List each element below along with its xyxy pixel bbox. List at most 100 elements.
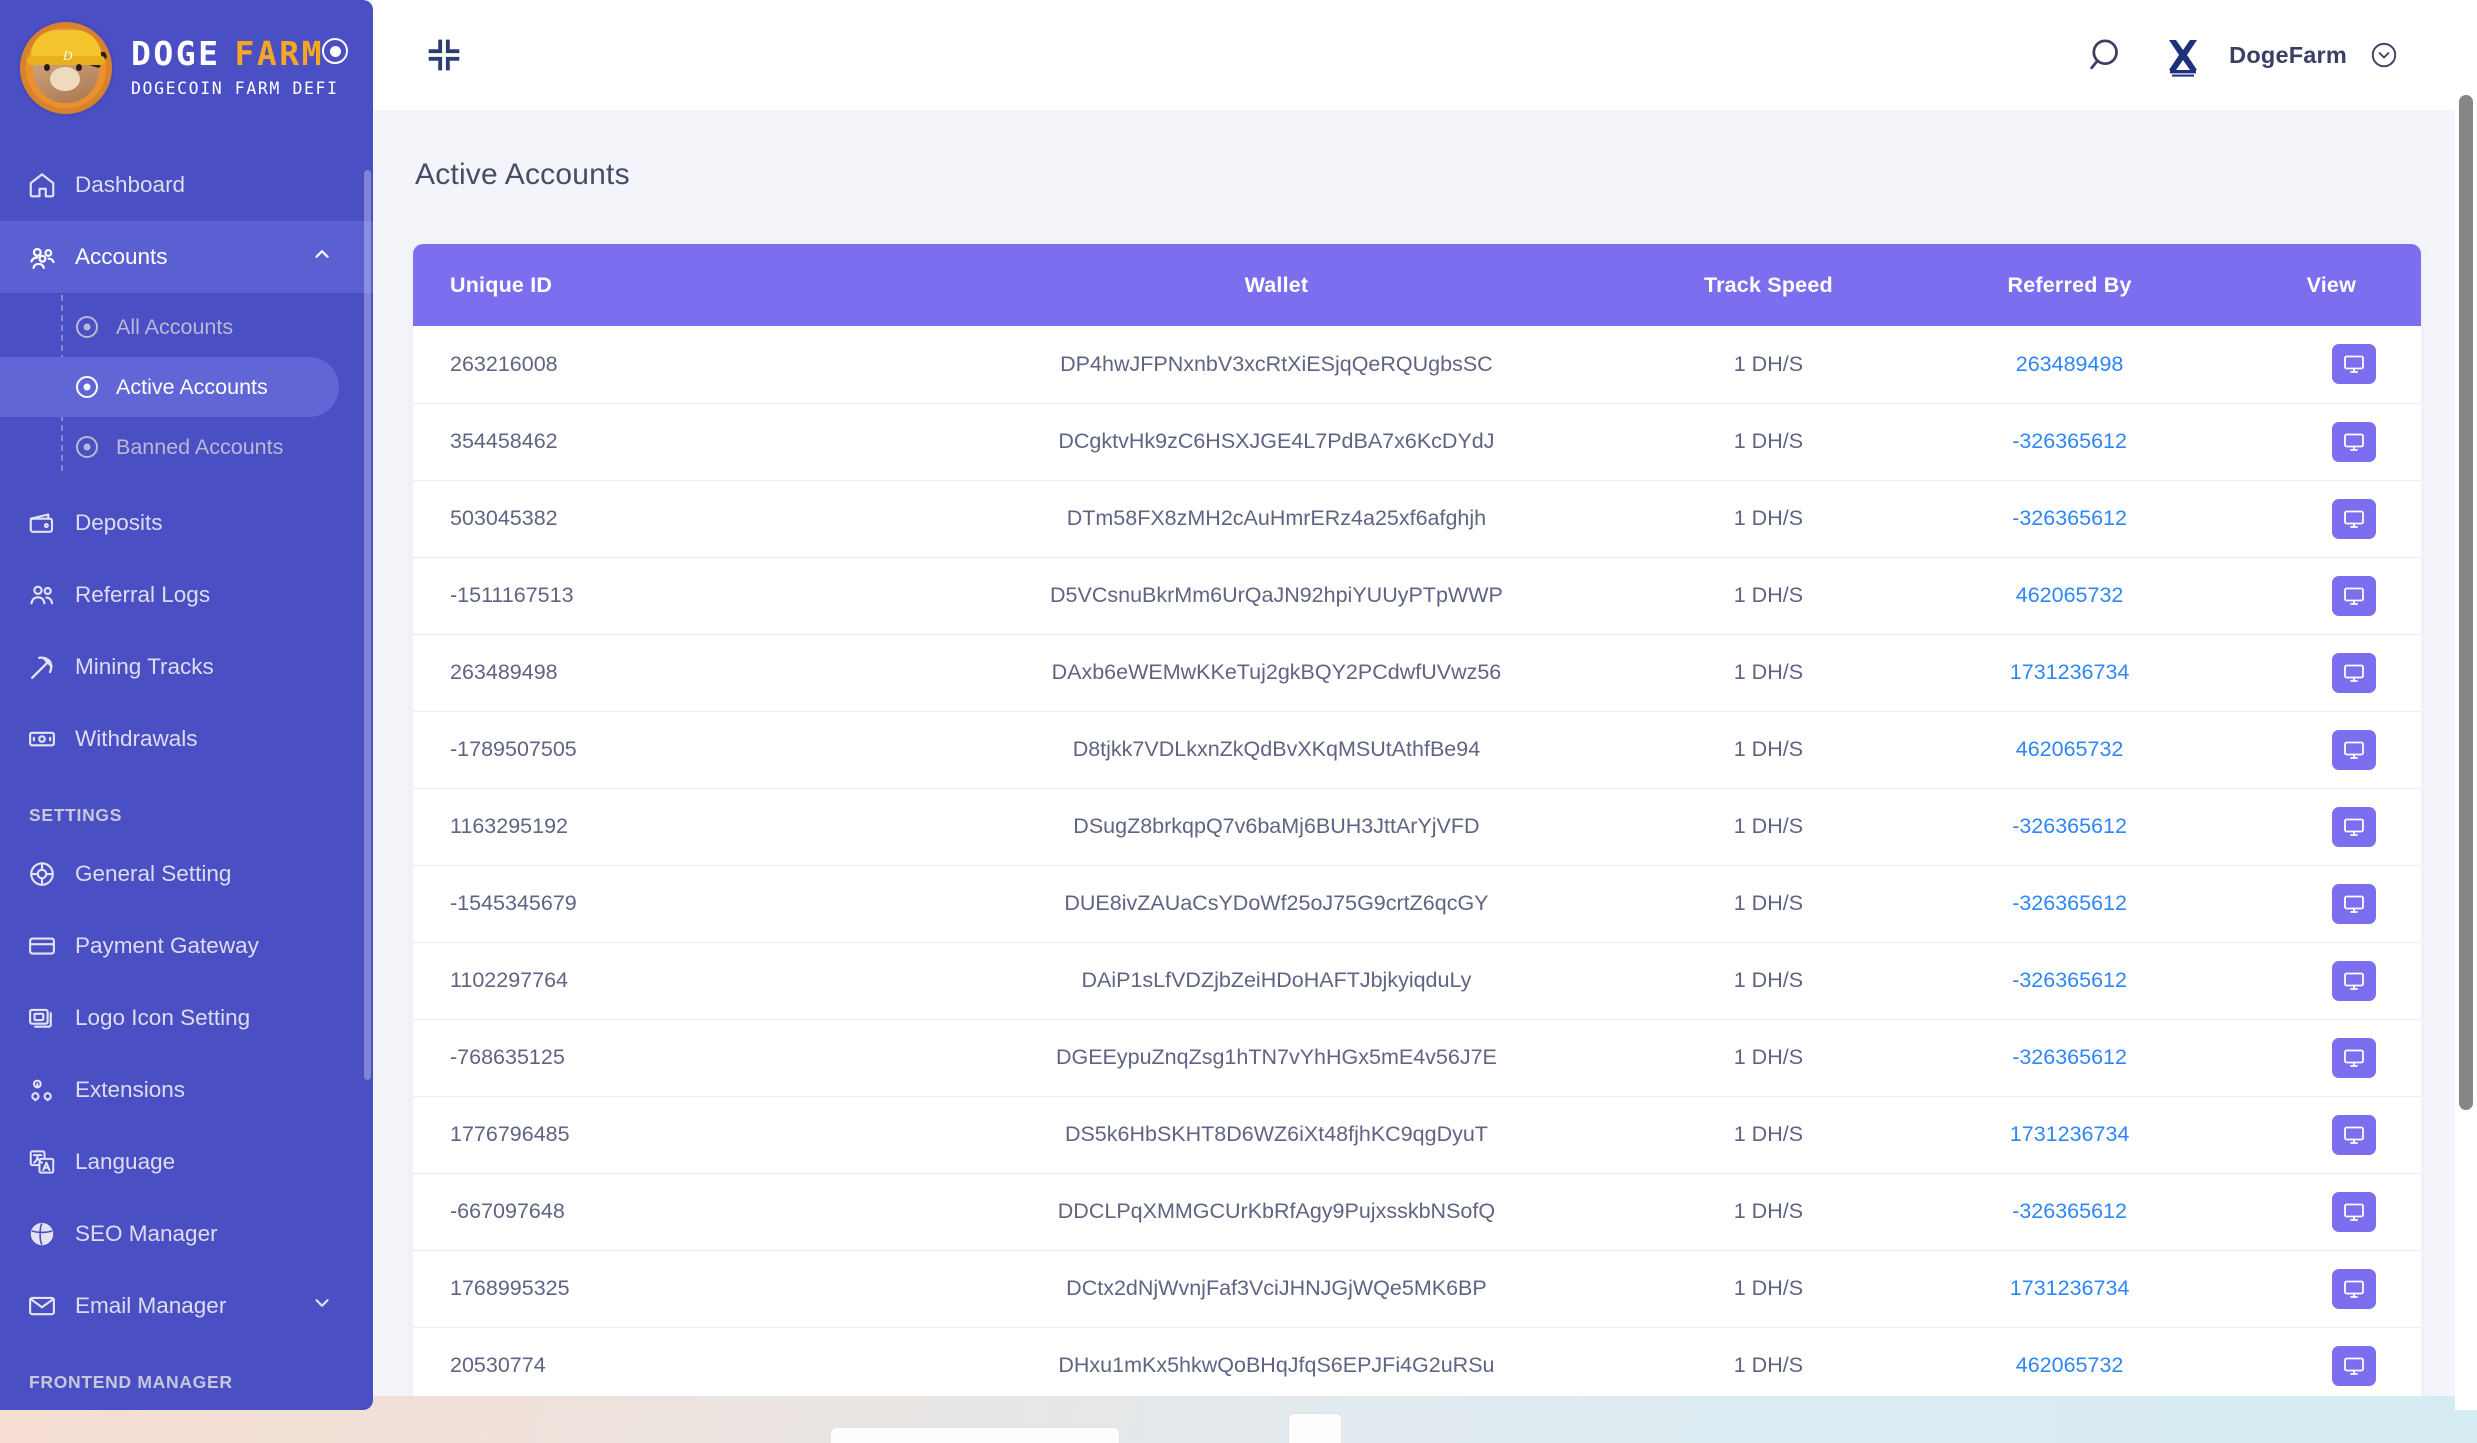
view-button[interactable] — [2332, 1191, 2376, 1232]
sidebar-subitem-label: Banned Accounts — [116, 434, 284, 459]
referred-by-link[interactable]: 1731236734 — [2010, 660, 2130, 684]
radio-dot-icon — [76, 436, 98, 458]
view-button[interactable] — [2332, 729, 2376, 770]
sidebar-pin-toggle-icon[interactable] — [322, 38, 348, 64]
sidebar-item-withdrawals[interactable]: Withdrawals — [0, 703, 373, 775]
sidebar-item-referral-logs[interactable]: Referral Logs — [0, 559, 373, 631]
view-button[interactable] — [2332, 1037, 2376, 1078]
view-button[interactable] — [2332, 883, 2376, 924]
column-header-track-speed[interactable]: Track Speed — [1617, 244, 1919, 326]
brand-title-word2: FARM — [234, 34, 324, 73]
sidebar-item-deposits[interactable]: Deposits — [0, 487, 373, 559]
sidebar-nav: Dashboard Accounts All Accounts Active A… — [0, 135, 373, 1405]
cell-referred-by: 462065732 — [1918, 1327, 2221, 1405]
table-row: 1163295192 DSugZ8brkqpQ7v6baMj6BUH3JttArY… — [413, 788, 2421, 866]
sidebar-item-seo-manager[interactable]: SEO Manager — [0, 1198, 373, 1270]
wallet-icon — [27, 508, 71, 538]
table-row: 503045382 DTm58FX8zMH2cAuHmrERz4a25xf6afg… — [413, 480, 2421, 558]
view-button[interactable] — [2332, 652, 2376, 693]
referred-by-link[interactable]: -326365612 — [2012, 968, 2127, 992]
user-brand-logo — [2159, 31, 2208, 79]
scrollbar-thumb[interactable] — [2459, 95, 2473, 1110]
referred-by-link[interactable]: -326365612 — [2012, 429, 2127, 453]
cell-view — [2220, 1096, 2421, 1174]
referred-by-link[interactable]: 1731236734 — [2010, 1122, 2130, 1146]
cell-track-speed: 1 DH/S — [1617, 1327, 1919, 1405]
referred-by-link[interactable]: -326365612 — [2012, 891, 2127, 915]
chevron-up-icon — [311, 243, 333, 271]
table-row: 354458462 DCgktvHk9zC6HSXJGE4L7PdBA7x6KcD… — [413, 403, 2421, 481]
browser-viewport: D DOGE FARM DOGECOIN FARM DEFI Dashboard… — [0, 0, 2477, 1410]
monitor-icon — [2342, 1277, 2366, 1301]
referred-by-link[interactable]: -326365612 — [2012, 1199, 2127, 1223]
column-header-wallet[interactable]: Wallet — [935, 244, 1618, 326]
column-header-unique-id[interactable]: Unique ID — [413, 244, 936, 326]
referred-by-link[interactable]: -326365612 — [2012, 1045, 2127, 1069]
referred-by-link[interactable]: 263489498 — [2016, 352, 2124, 376]
sidebar-item-language[interactable]: Language — [0, 1126, 373, 1198]
column-header-view[interactable]: View — [2220, 244, 2421, 326]
view-button[interactable] — [2332, 1268, 2376, 1309]
sidebar-scroll-area: D DOGE FARM DOGECOIN FARM DEFI Dashboard… — [0, 0, 373, 1410]
monitor-icon — [2342, 1354, 2366, 1378]
referred-by-link[interactable]: -326365612 — [2012, 814, 2127, 838]
referred-by-link[interactable]: 1731236734 — [2010, 1276, 2130, 1300]
sidebar-item-extensions[interactable]: Extensions — [0, 1054, 373, 1126]
sidebar-item-email-manager[interactable]: Email Manager — [0, 1270, 373, 1342]
topbar-right: DogeFarm — [2085, 31, 2399, 79]
referred-by-link[interactable]: -326365612 — [2012, 506, 2127, 530]
table-row: 1768995325 DCtx2dNjWvnjFaf3VciJHNJGjWQe5M… — [413, 1250, 2421, 1328]
monitor-icon — [2342, 584, 2366, 608]
view-button[interactable] — [2332, 498, 2376, 539]
cell-view — [2220, 1327, 2421, 1405]
view-button[interactable] — [2332, 344, 2376, 385]
user-menu[interactable]: DogeFarm — [2159, 31, 2399, 79]
search-icon[interactable] — [2085, 33, 2129, 77]
table-row: 1776796485 DS5k6HbSKHT8D6WZ6iXt48fjhKC9qg… — [413, 1096, 2421, 1174]
view-button[interactable] — [2332, 960, 2376, 1001]
view-button[interactable] — [2332, 421, 2376, 462]
column-header-referred-by[interactable]: Referred By — [1918, 244, 2221, 326]
sidebar-item-label: Extensions — [75, 1077, 186, 1102]
doge-logo-icon: D — [20, 21, 112, 114]
sidebar-item-label: Dashboard — [75, 172, 186, 197]
banknote-icon — [27, 724, 71, 754]
sidebar-item-label: Deposits — [75, 510, 163, 535]
people-icon — [27, 580, 71, 611]
cell-view — [2220, 788, 2421, 866]
view-button[interactable] — [2332, 575, 2376, 616]
sidebar-scrollbar[interactable] — [364, 170, 371, 1080]
view-button[interactable] — [2332, 1345, 2376, 1386]
view-button[interactable] — [2332, 806, 2376, 847]
sidebar-item-dashboard[interactable]: Dashboard — [0, 149, 373, 221]
cell-referred-by: -326365612 — [1918, 942, 2221, 1020]
sidebar-item-payment-gateway[interactable]: Payment Gateway — [0, 910, 373, 982]
sidebar-item-accounts[interactable]: Accounts — [0, 221, 373, 293]
sidebar-subitem-banned-accounts[interactable]: Banned Accounts — [0, 417, 373, 477]
sidebar-subitem-label: All Accounts — [116, 314, 234, 339]
table-row: -667097648 DDCLPqXMMGCUrKbRfAgy9PujxsskbN… — [413, 1173, 2421, 1251]
cell-track-speed: 1 DH/S — [1617, 557, 1919, 635]
referred-by-link[interactable]: 462065732 — [2016, 1353, 2124, 1377]
sidebar-item-general-setting[interactable]: General Setting — [0, 838, 373, 910]
cell-wallet: DGEEypuZnqZsg1hTN7vYhHGx5mE4v56J7E — [935, 1019, 1618, 1097]
sidebar-subitem-active-accounts[interactable]: Active Accounts — [0, 357, 339, 417]
referred-by-link[interactable]: 462065732 — [2016, 583, 2124, 607]
monitor-icon — [2342, 352, 2366, 376]
cell-wallet: DTm58FX8zMH2cAuHmrERz4a25xf6afghjh — [935, 480, 1618, 558]
sidebar-subitem-all-accounts[interactable]: All Accounts — [0, 297, 373, 357]
cell-track-speed: 1 DH/S — [1617, 480, 1919, 558]
cell-track-speed: 1 DH/S — [1617, 1096, 1919, 1174]
monitor-icon — [2342, 1046, 2366, 1070]
home-icon — [27, 170, 71, 200]
view-button[interactable] — [2332, 1114, 2376, 1155]
user-name: DogeFarm — [2229, 41, 2347, 68]
browser-scrollbar[interactable] — [2455, 0, 2477, 1410]
collapse-corners-icon[interactable] — [421, 32, 467, 78]
sidebar-item-logo-icon-setting[interactable]: Logo Icon Setting — [0, 982, 373, 1054]
sidebar-item-mining-tracks[interactable]: Mining Tracks — [0, 631, 373, 703]
chevron-down-circle-icon[interactable] — [2369, 40, 2399, 70]
referred-by-link[interactable]: 462065732 — [2016, 737, 2124, 761]
cell-track-speed: 1 DH/S — [1617, 634, 1919, 712]
brand-header[interactable]: D DOGE FARM DOGECOIN FARM DEFI — [0, 0, 373, 135]
